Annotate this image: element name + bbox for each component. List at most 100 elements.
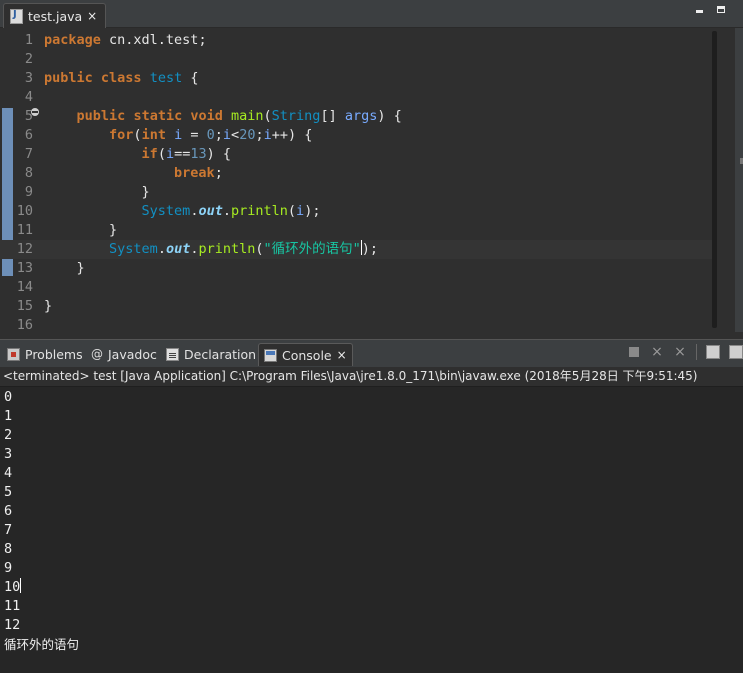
code-line[interactable]: 6 for(int i = 0;i<20;i++) { [0,126,716,145]
line-number: 14 [16,279,33,295]
remove-launch-icon[interactable]: × [650,345,664,359]
console-output[interactable]: 0 1 2 3 4 5 6 7 8 9 10 11 12 循环外的语句 [0,387,743,673]
line-number: 4 [24,89,33,105]
code-token: static [133,108,183,124]
terminate-icon[interactable] [629,347,639,357]
tab-javadoc[interactable]: @ Javadoc [86,343,162,365]
code-text: for(int i = 0;i<20;i++) { [44,126,312,145]
console-output-line: 1 [4,408,13,424]
line-number: 3 [24,70,33,86]
line-number: 5 [24,108,33,124]
code-line[interactable]: 8 break; [0,164,716,183]
console-output-line: 循环外的语句 [4,637,80,652]
code-line[interactable]: 2 [0,50,716,69]
code-text: } [44,297,52,316]
code-token: public [44,70,93,86]
bottom-panel-tab-bar: Problems @ Javadoc Declaration Console ×… [0,339,743,368]
code-token: = [182,127,207,143]
code-line[interactable]: 11 } [0,221,716,240]
code-token: for [109,127,134,143]
line-number: 2 [24,51,33,67]
close-icon[interactable]: × [87,9,97,23]
console-output-line: 9 [4,560,13,576]
code-token: ; [255,127,264,143]
console-output-line: 11 [4,598,21,614]
remove-all-terminated-icon[interactable]: × [673,345,687,359]
code-line[interactable]: 12 System.out.println("循环外的语句"); [0,240,716,259]
overview-ruler[interactable] [735,28,743,332]
code-token: int [141,127,166,143]
code-token: println [198,241,256,257]
code-line[interactable]: 10 System.out.println(i); [0,202,716,221]
code-token: class [100,70,142,86]
code-line[interactable]: 3 public class test { [0,69,716,88]
tab-problems[interactable]: Problems [2,343,88,365]
code-line[interactable]: 9 } [0,183,716,202]
code-token: ( [263,108,272,124]
code-token: ( [133,127,142,143]
console-output-line: 3 [4,446,13,462]
line-number: 1 [24,32,33,48]
editor-tab-test-java[interactable]: test.java × [3,3,107,28]
code-line[interactable]: 5 public static void main(String[] args)… [0,107,716,126]
code-token: ( [255,241,264,257]
code-editor[interactable]: 1 package cn.xdl.test; 2 3 public class test… [0,28,735,335]
code-text: } [44,259,85,278]
code-token: [] [320,108,345,124]
code-text: System.out.println("循环外的语句"); [44,240,378,259]
code-token: } [44,184,150,200]
code-line[interactable]: 16 [0,316,716,335]
code-token: 20 [239,127,256,143]
code-text: if(i==13) { [44,145,231,164]
code-token: ); [304,203,321,219]
code-token: 13 [190,146,207,162]
console-output-line: 0 [4,389,13,405]
code-token: System [109,241,158,257]
code-line[interactable]: 4 [0,88,716,107]
line-number: 12 [16,241,33,257]
code-line[interactable]: 14 [0,278,716,297]
line-number: 11 [16,222,33,238]
clear-console-icon[interactable] [706,345,720,359]
javadoc-icon: @ [91,346,103,361]
code-token: ( [287,203,297,219]
minimize-icon[interactable] [696,10,703,13]
console-process-label: <terminated> test [Java Application] C:\… [0,367,743,387]
editor-tab-bar: test.java × [0,0,743,28]
code-line[interactable]: 15} [0,297,716,316]
editor-scrollbar[interactable] [712,31,717,328]
tab-declaration[interactable]: Declaration [161,343,261,365]
code-line[interactable]: 13 } [0,259,716,278]
console-output-line: 5 [4,484,13,500]
code-token: < [231,127,240,143]
code-line[interactable]: 1 package cn.xdl.test; [0,31,716,50]
line-number: 6 [24,127,33,143]
tab-console[interactable]: Console × [258,343,353,366]
console-toolbar: × × [627,344,743,360]
code-text: package cn.xdl.test; [44,31,207,50]
code-token: ) { [206,146,232,162]
close-icon[interactable]: × [337,348,347,362]
code-token: System [141,203,191,219]
code-line[interactable]: 7 if(i==13) { [0,145,716,164]
code-token: break [174,165,215,181]
code-token: void [190,108,223,124]
code-token: . [157,241,166,257]
code-token: i [263,127,272,143]
code-token: out [165,241,191,257]
code-token: } [44,222,118,238]
code-token: i [174,127,183,143]
code-token: cn.xdl.test; [100,32,207,48]
maximize-icon[interactable] [717,6,725,13]
code-text: } [44,221,117,240]
scroll-lock-icon[interactable] [729,345,743,359]
code-token: == [174,146,191,162]
code-token: 0 [206,127,215,143]
code-token: test [149,70,183,86]
